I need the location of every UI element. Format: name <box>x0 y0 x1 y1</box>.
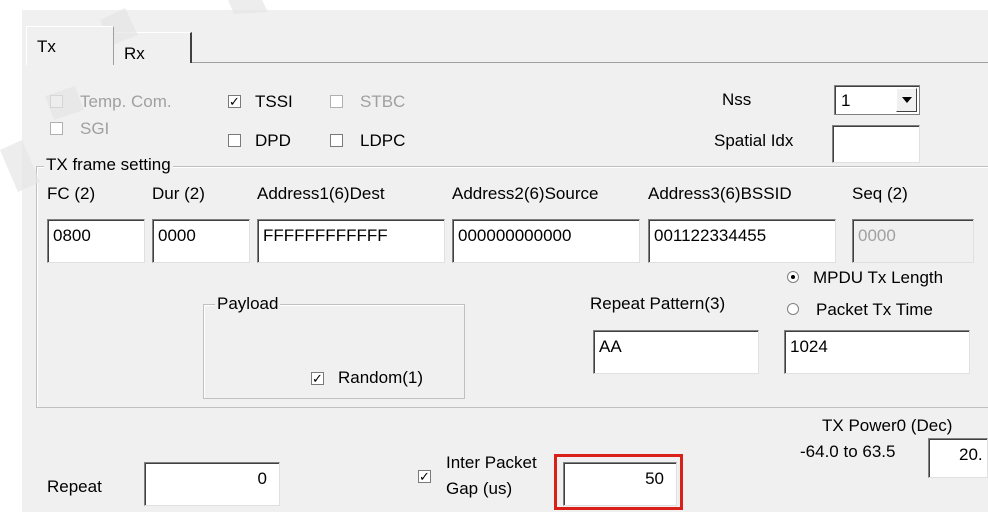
stbc-label: STBC <box>360 92 406 111</box>
highlight-box <box>554 454 683 510</box>
random-checkbox[interactable] <box>311 372 324 385</box>
sgi-checkbox[interactable] <box>50 122 63 135</box>
dur-input[interactable]: 0000 <box>152 219 250 263</box>
repeat-pattern-input[interactable]: AA <box>593 330 759 374</box>
spatial-idx-input[interactable] <box>832 125 920 163</box>
nss-dropdown[interactable]: 1 <box>834 85 920 115</box>
tssi-label: TSSI <box>255 92 293 111</box>
address3-label: Address3(6)BSSID <box>648 184 792 203</box>
tx-power-range: -64.0 to 63.5 <box>800 442 896 461</box>
seq-input: 0000 <box>852 219 974 263</box>
dpd-label: DPD <box>255 131 291 150</box>
repeat-label: Repeat <box>47 477 102 496</box>
seq-label: Seq (2) <box>852 184 908 203</box>
ldpc-label: LDPC <box>360 131 406 150</box>
dpd-checkbox[interactable] <box>228 134 241 147</box>
fc-input[interactable]: 0800 <box>47 219 145 263</box>
spatial-idx-label: Spatial Idx <box>714 131 794 150</box>
tab-rx-label: Rx <box>124 44 145 63</box>
packet-tx-time-radio[interactable] <box>787 303 799 315</box>
stbc-checkbox[interactable] <box>330 95 343 108</box>
address1-label: Address1(6)Dest <box>257 184 385 203</box>
ldpc-checkbox[interactable] <box>330 134 343 147</box>
inter-packet-gap-label-1: Inter Packet <box>446 453 537 472</box>
tx-frame-title: TX frame setting <box>44 155 173 175</box>
repeat-pattern-label: Repeat Pattern(3) <box>590 294 726 313</box>
address1-input[interactable]: FFFFFFFFFFFF <box>257 219 445 263</box>
inter-packet-gap-label-2: Gap (us) <box>446 479 513 498</box>
tssi-checkbox[interactable] <box>228 95 241 108</box>
tx-power-label: TX Power0 (Dec) <box>822 416 953 435</box>
inter-packet-gap-checkbox[interactable] <box>418 470 431 483</box>
payload-title: Payload <box>215 294 281 314</box>
fc-label: FC (2) <box>47 184 96 203</box>
tab-tx-label: Tx <box>37 37 56 56</box>
address2-input[interactable]: 000000000000 <box>452 219 640 263</box>
mpdu-tx-length-label: MPDU Tx Length <box>813 268 944 287</box>
dur-label: Dur (2) <box>152 184 205 203</box>
length-value-input[interactable]: 1024 <box>784 330 970 374</box>
tab-rx[interactable]: Rx <box>114 32 192 63</box>
packet-tx-time-label: Packet Tx Time <box>816 300 933 319</box>
repeat-input[interactable]: 0 <box>144 462 280 506</box>
address3-input[interactable]: 001122334455 <box>648 219 836 263</box>
temp-com-label: Temp. Com. <box>80 92 172 111</box>
tx-power-input[interactable]: 20. <box>928 438 988 478</box>
address2-label: Address2(6)Source <box>452 184 599 203</box>
nss-label: Nss <box>722 90 752 109</box>
dropdown-button[interactable] <box>896 88 917 112</box>
nss-value: 1 <box>841 91 851 110</box>
tab-tx[interactable]: Tx <box>26 26 114 65</box>
sgi-label: SGI <box>80 119 110 138</box>
mpdu-tx-length-radio[interactable] <box>787 271 799 283</box>
random-label: Random(1) <box>338 368 424 387</box>
temp-com-checkbox[interactable] <box>50 95 63 108</box>
chevron-down-icon <box>902 97 912 103</box>
payload-group <box>203 304 465 399</box>
